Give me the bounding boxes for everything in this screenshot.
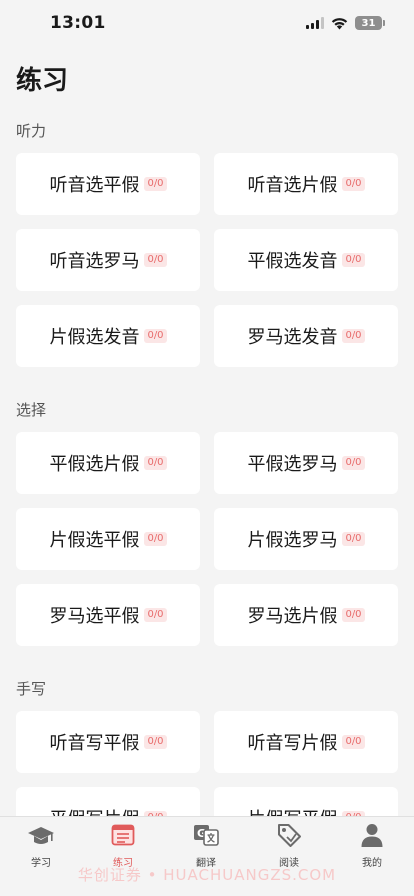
graduation-cap-icon: [28, 827, 54, 844]
practice-card[interactable]: 片假选平假 0/0: [16, 508, 200, 570]
practice-card-label: 罗马选平假: [49, 606, 140, 627]
practice-card-label: 片假选罗马: [247, 530, 338, 551]
status-bar: 13:01 31: [0, 0, 414, 50]
practice-card-label: 平假选片假: [49, 454, 140, 475]
progress-badge: 0/0: [342, 608, 365, 622]
practice-card-label: 片假选发音: [49, 327, 140, 348]
section-label-listening: 听力: [16, 122, 47, 140]
status-icons: 31: [306, 16, 385, 30]
tag-icon: [278, 824, 301, 847]
practice-card-label: 听音写平假: [49, 733, 140, 754]
practice-card[interactable]: 罗马选平假 0/0: [16, 584, 200, 646]
practice-card[interactable]: 听音选片假 0/0: [214, 153, 398, 215]
battery-icon: 31: [355, 16, 385, 30]
cellular-signal-icon: [306, 17, 324, 29]
progress-badge: 0/0: [342, 735, 365, 749]
practice-card[interactable]: 听音选罗马 0/0: [16, 229, 200, 291]
practice-card[interactable]: 听音写平假 0/0: [16, 711, 200, 773]
practice-card[interactable]: 听音选平假 0/0: [16, 153, 200, 215]
practice-card[interactable]: 罗马选片假 0/0: [214, 584, 398, 646]
practice-card[interactable]: 片假选罗马 0/0: [214, 508, 398, 570]
progress-badge: 0/0: [144, 735, 167, 749]
practice-card-label: 平假选发音: [247, 251, 338, 272]
progress-badge: 0/0: [342, 456, 365, 470]
practice-card[interactable]: 片假选发音 0/0: [16, 305, 200, 367]
practice-card[interactable]: 听音写片假 0/0: [214, 711, 398, 773]
progress-badge: 0/0: [342, 329, 365, 343]
status-time: 13:01: [50, 13, 106, 33]
practice-card-label: 听音选罗马: [49, 251, 140, 272]
section-label-handwriting: 手写: [16, 680, 47, 698]
practice-card-label: 罗马选片假: [247, 606, 338, 627]
practice-card-label: 听音选平假: [49, 175, 140, 196]
progress-badge: 0/0: [144, 456, 167, 470]
practice-card[interactable]: 平假选罗马 0/0: [214, 432, 398, 494]
section-label-choice: 选择: [16, 401, 47, 419]
progress-badge: 0/0: [342, 177, 365, 191]
watermark: 华创证券 • HUACHUANGZS.COM: [77, 866, 337, 884]
practice-card-label: 片假选平假: [49, 530, 140, 551]
progress-badge: 0/0: [342, 253, 365, 267]
practice-card-label: 听音选片假: [247, 175, 338, 196]
practice-card-label: 罗马选发音: [247, 327, 338, 348]
page-title: 练习: [16, 66, 69, 96]
progress-badge: 0/0: [144, 532, 167, 546]
practice-card-label: 听音写片假: [247, 733, 338, 754]
list-icon: [111, 824, 135, 846]
translate-icon: G: [194, 825, 219, 846]
person-icon: [361, 824, 383, 847]
practice-card[interactable]: 平假选片假 0/0: [16, 432, 200, 494]
progress-badge: 0/0: [144, 329, 167, 343]
progress-badge: 0/0: [342, 532, 365, 546]
practice-card-label: 平假选罗马: [247, 454, 338, 475]
progress-badge: 0/0: [144, 608, 167, 622]
progress-badge: 0/0: [144, 177, 167, 191]
practice-card[interactable]: 平假选发音 0/0: [214, 229, 398, 291]
progress-badge: 0/0: [144, 253, 167, 267]
wifi-icon: [331, 17, 348, 29]
practice-card[interactable]: 罗马选发音 0/0: [214, 305, 398, 367]
